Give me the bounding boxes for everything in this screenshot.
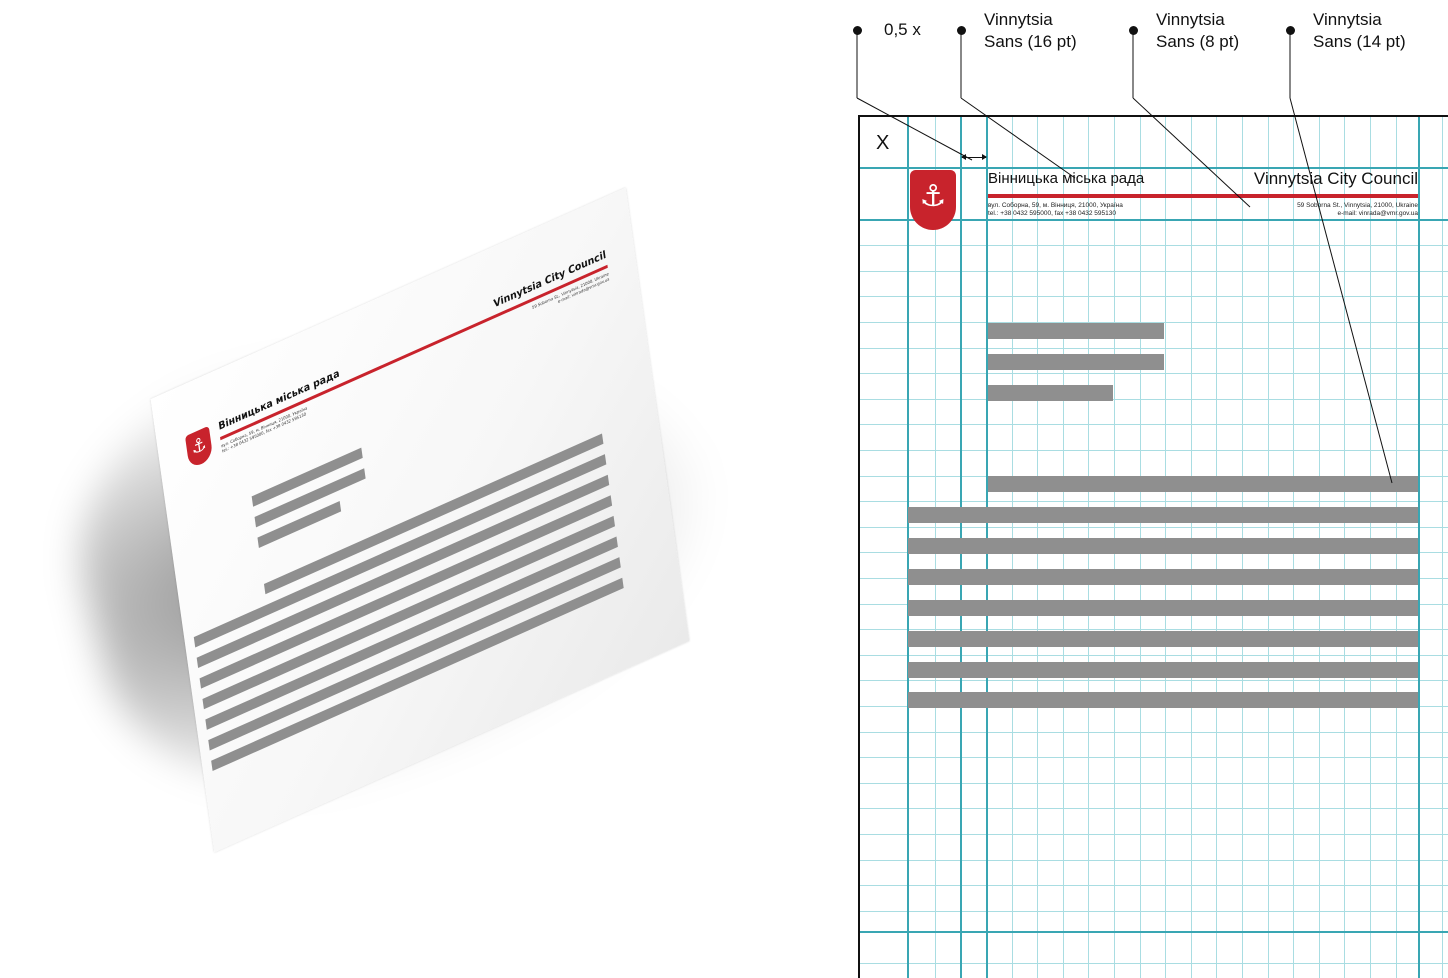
grid-line-horizontal — [858, 271, 1448, 272]
callout-dot — [1286, 26, 1295, 35]
grid-line-horizontal — [858, 783, 1448, 784]
margin-guide-horizontal — [858, 931, 1448, 933]
address-ua: вул. Соборна, 59, м. Вінниця, 21000, Укр… — [988, 202, 1123, 218]
callout-dot — [957, 26, 966, 35]
half-margin-arrow — [961, 154, 987, 160]
grid-line-horizontal — [858, 885, 1448, 886]
callout-font-8pt: Vinnytsia Sans (8 pt) — [1156, 9, 1239, 53]
body-text-placeholder — [908, 507, 1418, 523]
grid-line-horizontal — [858, 348, 1448, 349]
body-text-placeholder — [988, 476, 1418, 492]
margin-guide-vertical — [1418, 115, 1420, 978]
callout-font-16pt: Vinnytsia Sans (16 pt) — [984, 9, 1077, 53]
grid-line-horizontal — [858, 655, 1448, 656]
letterhead-mockup: ⚓ Вінницька міська рада Vinnytsia City C… — [0, 0, 860, 978]
body-text-placeholder — [908, 569, 1418, 585]
grid-frame-left — [858, 115, 860, 978]
grid-line-horizontal — [858, 808, 1448, 809]
address-en-line1: 59 Soborna St., Vinnytsia, 21000, Ukrain… — [1297, 202, 1418, 209]
callout-line2: Sans (8 pt) — [1156, 32, 1240, 51]
recipient-text-placeholder — [988, 323, 1164, 339]
mockup-header: ⚓ Вінницька міська рада Vinnytsia City C… — [184, 241, 610, 470]
grid-line-horizontal — [858, 527, 1448, 528]
grid-line-horizontal — [858, 245, 1448, 246]
grid-line-horizontal — [858, 732, 1448, 733]
callout-font-14pt: Vinnytsia Sans (14 pt) — [1313, 9, 1406, 53]
address-ua-line1: вул. Соборна, 59, м. Вінниця, 21000, Укр… — [988, 202, 1123, 209]
grid-frame-top — [858, 115, 1448, 117]
callout-line1: Vinnytsia — [1156, 10, 1225, 29]
callout-line1: Vinnytsia — [1313, 10, 1382, 29]
body-text-placeholder — [908, 538, 1418, 554]
grid-line-horizontal — [858, 963, 1448, 964]
address-en: 59 Soborna St., Vinnytsia, 21000, Ukrain… — [1297, 202, 1418, 218]
letterhead-title-en: Vinnytsia City Council — [1253, 169, 1418, 188]
letterhead-title-ua: Вінницька міська рада — [988, 170, 1145, 187]
grid-line-horizontal — [858, 757, 1448, 758]
mockup-red-rule — [220, 264, 608, 441]
callout-half-margin: 0,5 x — [884, 19, 921, 41]
grid-line-horizontal — [858, 424, 1448, 425]
grid-line-horizontal — [858, 501, 1448, 502]
body-text-placeholder — [908, 631, 1418, 647]
body-text-placeholder — [908, 692, 1418, 708]
paper-sheet: ⚓ Вінницька міська рада Vinnytsia City C… — [150, 187, 690, 853]
callout-line1: Vinnytsia — [984, 10, 1053, 29]
callout-dot — [1129, 26, 1138, 35]
grid-line-horizontal — [858, 911, 1448, 912]
grid-line-horizontal — [858, 399, 1448, 400]
letterhead-red-rule — [988, 194, 1418, 198]
grid-line-horizontal — [858, 296, 1448, 297]
callout-line2: Sans (16 pt) — [984, 32, 1077, 51]
grid-line-horizontal — [858, 373, 1448, 374]
address-ua-line2: tel.: +38 0432 595000, fax +38 0432 5951… — [988, 210, 1116, 217]
body-text-placeholder — [908, 662, 1418, 678]
trident-shield-icon: ⚓ — [184, 425, 214, 470]
address-en-line2: e-mail: vinrada@vmr.gov.ua — [1337, 210, 1418, 217]
recipient-text-placeholder — [988, 385, 1113, 401]
body-text-placeholder — [908, 600, 1418, 616]
grid-line-horizontal — [858, 629, 1448, 630]
callout-line2: Sans (14 pt) — [1313, 32, 1406, 51]
callout-dot — [853, 26, 862, 35]
recipient-text-placeholder — [988, 354, 1164, 370]
grid-line-horizontal — [858, 860, 1448, 861]
grid-line-horizontal — [858, 680, 1448, 681]
margin-unit-label: X — [876, 132, 890, 154]
grid-line-horizontal — [858, 450, 1448, 451]
grid-line-horizontal — [858, 834, 1448, 835]
callout-line1: 0,5 x — [884, 20, 921, 39]
trident-shield-icon: ⚓ — [910, 170, 956, 230]
